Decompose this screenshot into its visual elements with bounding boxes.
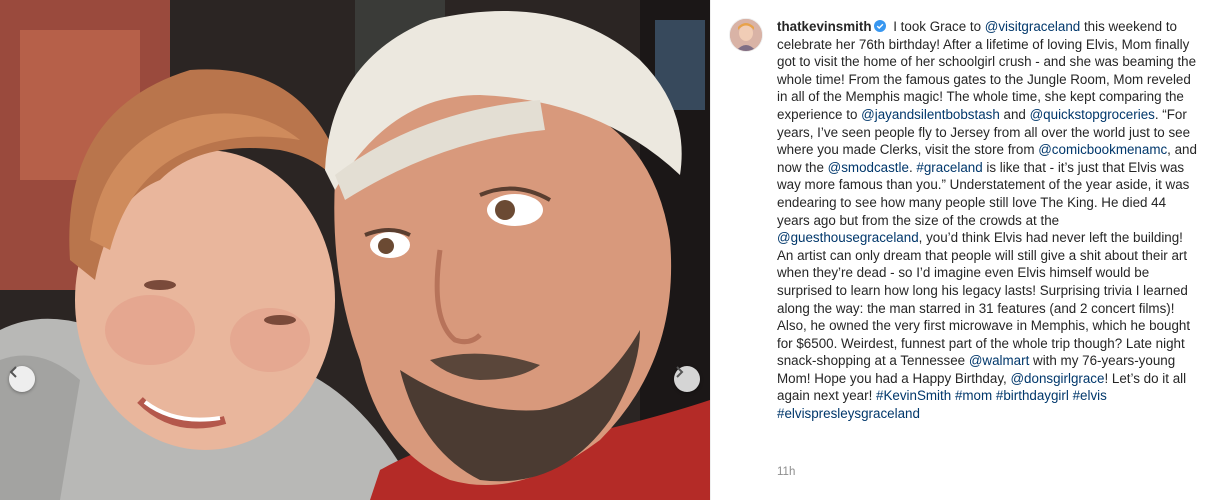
chevron-left-icon (9, 366, 17, 378)
username-link[interactable]: thatkevinsmith (777, 19, 872, 34)
avatar-image (730, 19, 762, 51)
hashtag-link[interactable]: #mom (955, 388, 992, 403)
selfie-image (0, 0, 710, 500)
mention-link[interactable]: @quickstopgroceries (1030, 107, 1155, 122)
mention-link[interactable]: @jayandsilentbobstash (861, 107, 1000, 122)
chevron-right-icon (676, 366, 684, 378)
mention-link[interactable]: @guesthousegraceland (777, 230, 919, 245)
mention-link[interactable]: @donsgirlgrace (1010, 371, 1104, 386)
caption-text: , you’d think Elvis had never left the b… (777, 230, 1191, 369)
verified-badge-icon (873, 20, 886, 32)
hashtag-link[interactable]: #KevinSmith (876, 388, 951, 403)
mention-link[interactable]: @smodcastle (828, 160, 909, 175)
hashtag-link[interactable]: #birthdaygirl (996, 388, 1069, 403)
hashtag-link[interactable]: #graceland (916, 160, 982, 175)
caption-body: I took Grace to @visitgraceland this wee… (777, 19, 1197, 421)
post-caption: thatkevinsmith I took Grace to @visitgra… (777, 18, 1197, 423)
hashtag-link[interactable]: #elvis (1073, 388, 1107, 403)
previous-photo-button[interactable] (9, 366, 35, 392)
avatar[interactable] (729, 18, 763, 52)
caption-text: I took Grace to (889, 19, 985, 34)
mention-link[interactable]: @walmart (969, 353, 1029, 368)
mention-link[interactable]: @comicbookmenamc (1038, 142, 1167, 157)
caption-text: and (999, 106, 1030, 122)
post-caption-pane: thatkevinsmith I took Grace to @visitgra… (710, 0, 1209, 500)
post-timestamp[interactable]: 11h (777, 466, 795, 478)
hashtag-link[interactable]: #elvispresleysgraceland (777, 406, 920, 421)
post-photo[interactable] (0, 0, 710, 500)
next-photo-button[interactable] (674, 366, 700, 392)
mention-link[interactable]: @visitgraceland (985, 19, 1080, 34)
